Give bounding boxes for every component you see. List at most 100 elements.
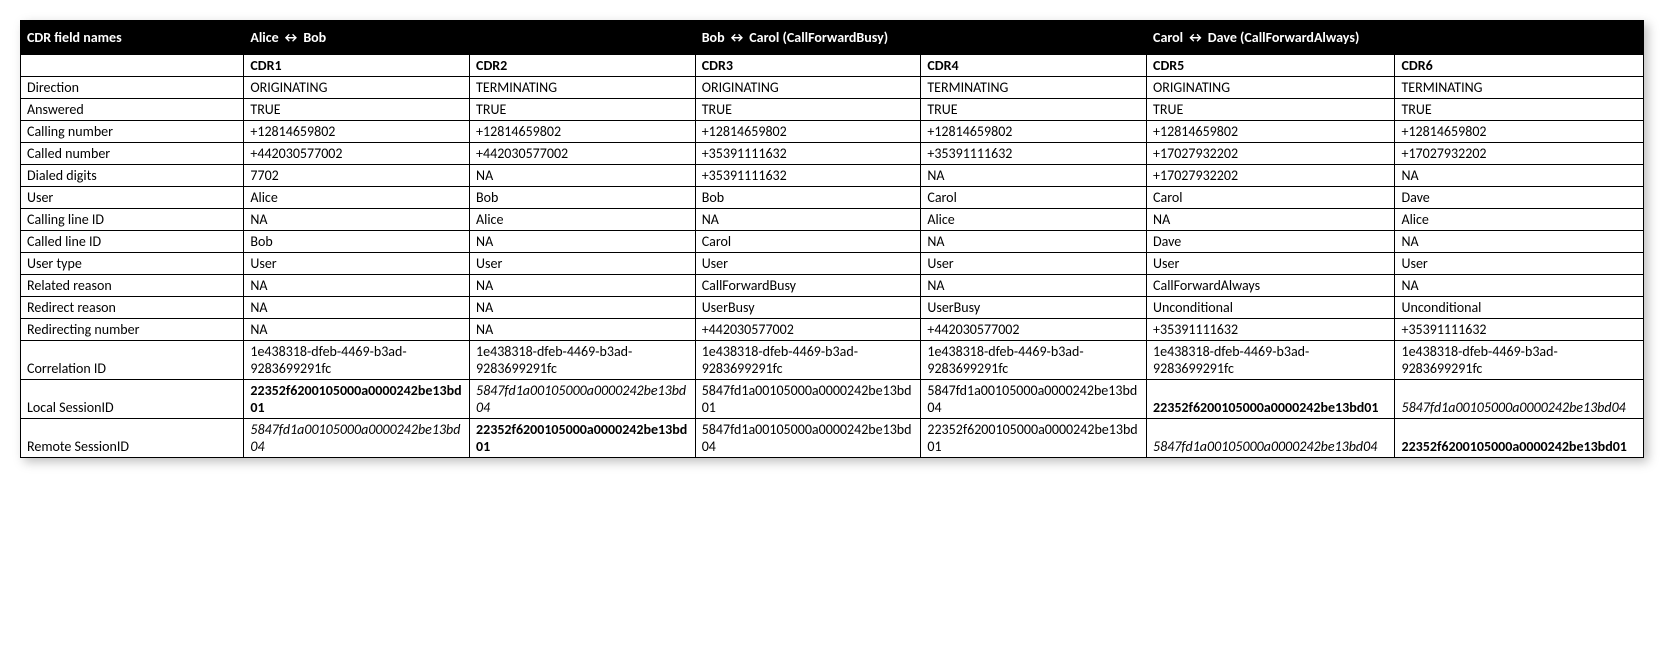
- cell: 1e438318-dfeb-4469-b3ad-9283699291fc: [470, 341, 696, 380]
- cell: Alice: [244, 187, 470, 209]
- cell: User: [695, 253, 921, 275]
- cell: +35391111632: [1395, 319, 1644, 341]
- cell: +17027932202: [1147, 165, 1395, 187]
- cell: TERMINATING: [921, 77, 1147, 99]
- row-label: Called number: [21, 143, 244, 165]
- cell: TRUE: [1395, 99, 1644, 121]
- cell: NA: [695, 209, 921, 231]
- cell: TERMINATING: [1395, 77, 1644, 99]
- cell: NA: [470, 319, 696, 341]
- cell: NA: [921, 165, 1147, 187]
- header-field-names: CDR field names: [21, 21, 244, 55]
- cell: NA: [470, 231, 696, 253]
- table-row: User typeUserUserUserUserUserUser: [21, 253, 1644, 275]
- subheader-cdr6: CDR6: [1395, 55, 1644, 77]
- cell: NA: [1147, 209, 1395, 231]
- cell: User: [470, 253, 696, 275]
- cell: +35391111632: [695, 165, 921, 187]
- cell: User: [921, 253, 1147, 275]
- cell: +442030577002: [695, 319, 921, 341]
- cell: NA: [1395, 275, 1644, 297]
- cell: 22352f6200105000a0000242be13bd01: [1395, 419, 1644, 458]
- row-label: Answered: [21, 99, 244, 121]
- table-row: Remote SessionID5847fd1a00105000a0000242…: [21, 419, 1644, 458]
- cell: User: [1395, 253, 1644, 275]
- cell: TRUE: [470, 99, 696, 121]
- cell: 1e438318-dfeb-4469-b3ad-9283699291fc: [244, 341, 470, 380]
- cell: +17027932202: [1395, 143, 1644, 165]
- cell: 5847fd1a00105000a0000242be13bd04: [244, 419, 470, 458]
- row-label: Local SessionID: [21, 380, 244, 419]
- cell: +12814659802: [695, 121, 921, 143]
- cell: Bob: [470, 187, 696, 209]
- table-row: Correlation ID1e438318-dfeb-4469-b3ad-92…: [21, 341, 1644, 380]
- cell: 5847fd1a00105000a0000242be13bd04: [1395, 380, 1644, 419]
- cell: 1e438318-dfeb-4469-b3ad-9283699291fc: [921, 341, 1147, 380]
- cdr-table-container: CDR field names Alice ↔ Bob Bob ↔ Carol …: [20, 20, 1644, 458]
- cell: NA: [470, 297, 696, 319]
- table-row: Related reasonNANACallForwardBusyNACallF…: [21, 275, 1644, 297]
- cell: CallForwardAlways: [1147, 275, 1395, 297]
- cell: UserBusy: [921, 297, 1147, 319]
- cell: 5847fd1a00105000a0000242be13bd01: [695, 380, 921, 419]
- cell: Carol: [921, 187, 1147, 209]
- table-row: Redirect reasonNANAUserBusyUserBusyUncon…: [21, 297, 1644, 319]
- cell: TRUE: [921, 99, 1147, 121]
- cell: 1e438318-dfeb-4469-b3ad-9283699291fc: [695, 341, 921, 380]
- cell: Carol: [1147, 187, 1395, 209]
- row-label: User: [21, 187, 244, 209]
- cell: 22352f6200105000a0000242be13bd01: [921, 419, 1147, 458]
- cell: NA: [470, 165, 696, 187]
- row-label: Calling number: [21, 121, 244, 143]
- row-label: Redirecting number: [21, 319, 244, 341]
- cell: 1e438318-dfeb-4469-b3ad-9283699291fc: [1147, 341, 1395, 380]
- cdr-table: CDR field names Alice ↔ Bob Bob ↔ Carol …: [20, 20, 1644, 458]
- cell: 22352f6200105000a0000242be13bd01: [470, 419, 696, 458]
- cell: Alice: [470, 209, 696, 231]
- cell: 1e438318-dfeb-4469-b3ad-9283699291fc: [1395, 341, 1644, 380]
- table-row: Calling line IDNAAliceNAAliceNAAlice: [21, 209, 1644, 231]
- cell: ORIGINATING: [244, 77, 470, 99]
- cell: Bob: [244, 231, 470, 253]
- table-row: Redirecting numberNANA+442030577002+4420…: [21, 319, 1644, 341]
- subheader-row: CDR1 CDR2 CDR3 CDR4 CDR5 CDR6: [21, 55, 1644, 77]
- cell: NA: [921, 231, 1147, 253]
- cell: User: [244, 253, 470, 275]
- subheader-cdr4: CDR4: [921, 55, 1147, 77]
- cell: Dave: [1147, 231, 1395, 253]
- cell: Alice: [1395, 209, 1644, 231]
- cell: Carol: [695, 231, 921, 253]
- header-row-groups: CDR field names Alice ↔ Bob Bob ↔ Carol …: [21, 21, 1644, 55]
- subheader-cdr5: CDR5: [1147, 55, 1395, 77]
- table-row: Dialed digits7702NA+35391111632NA+170279…: [21, 165, 1644, 187]
- cell: TRUE: [1147, 99, 1395, 121]
- cell: +35391111632: [921, 143, 1147, 165]
- subheader-cdr2: CDR2: [470, 55, 696, 77]
- cell: NA: [244, 319, 470, 341]
- header-group-alice-bob: Alice ↔ Bob: [244, 21, 695, 55]
- cell: NA: [1395, 165, 1644, 187]
- cell: TERMINATING: [470, 77, 696, 99]
- table-row: Called line IDBobNACarolNADaveNA: [21, 231, 1644, 253]
- cell: +35391111632: [695, 143, 921, 165]
- row-label: Correlation ID: [21, 341, 244, 380]
- cell: Alice: [921, 209, 1147, 231]
- cell: NA: [921, 275, 1147, 297]
- cell: Dave: [1395, 187, 1644, 209]
- row-label: Remote SessionID: [21, 419, 244, 458]
- cell: TRUE: [695, 99, 921, 121]
- cell: User: [1147, 253, 1395, 275]
- cell: NA: [244, 275, 470, 297]
- cell: ORIGINATING: [695, 77, 921, 99]
- cell: CallForwardBusy: [695, 275, 921, 297]
- header-group-carol-dave: Carol ↔ Dave (CallForwardAlways): [1147, 21, 1644, 55]
- table-row: DirectionORIGINATINGTERMINATINGORIGINATI…: [21, 77, 1644, 99]
- table-row: Calling number+12814659802+12814659802+1…: [21, 121, 1644, 143]
- cell: NA: [244, 297, 470, 319]
- cell: 7702: [244, 165, 470, 187]
- subheader-cdr3: CDR3: [695, 55, 921, 77]
- cell: 5847fd1a00105000a0000242be13bd04: [1147, 419, 1395, 458]
- cell: NA: [244, 209, 470, 231]
- row-label: Dialed digits: [21, 165, 244, 187]
- cell: NA: [1395, 231, 1644, 253]
